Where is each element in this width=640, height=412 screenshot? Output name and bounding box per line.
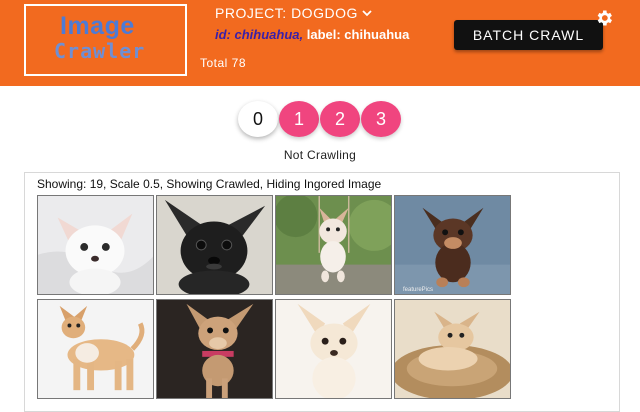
showing-summary: Showing: 19, Scale 0.5, Showing Crawled,… [37, 177, 382, 191]
project-label-value: label: chihuahua [303, 27, 410, 42]
image-thumb-fawn-chihuahua[interactable] [37, 299, 154, 399]
logo-text-crawler: Crawler [54, 39, 146, 63]
id-label-line: id: chihuahua, label: chihuahua [215, 27, 409, 42]
page-button-0[interactable]: 0 [238, 101, 278, 137]
chevron-down-icon [362, 10, 372, 17]
watermark-text: featurePics [403, 287, 434, 293]
image-thumb-white-chihuahua[interactable] [37, 195, 154, 295]
page-button-3[interactable]: 3 [361, 101, 401, 137]
logo: Image Crawler [24, 4, 187, 76]
project-id: id: chihuahua, [215, 27, 304, 42]
image-thumb-collar-chihuahua[interactable] [156, 299, 273, 399]
page-button-1[interactable]: 1 [279, 101, 319, 137]
image-thumb-puppy-on-swing[interactable] [275, 195, 392, 295]
logo-text-image: Image [60, 12, 135, 40]
app-header: Image Crawler Total 78 PROJECT: DOGDOG i… [0, 0, 640, 86]
image-thumb-cream-chihuahua[interactable] [275, 299, 392, 399]
image-thumb-brown-chihuahua[interactable]: featurePics [394, 195, 511, 295]
batch-crawl-button[interactable]: BATCH CRAWL [454, 20, 603, 50]
image-thumb-black-chihuahua[interactable] [156, 195, 273, 295]
total-count: Total 78 [200, 56, 247, 70]
image-panel: Showing: 19, Scale 0.5, Showing Crawled,… [24, 172, 620, 412]
page-pagination: 0 1 2 3 [238, 101, 401, 137]
project-label: PROJECT: DOGDOG [215, 5, 358, 21]
image-grid: featurePics [37, 195, 511, 399]
page-button-2[interactable]: 2 [320, 101, 360, 137]
image-thumb-lying-chihuahua[interactable] [394, 299, 511, 399]
crawl-status: Not Crawling [283, 148, 357, 162]
gear-icon[interactable] [594, 8, 614, 28]
project-selector[interactable]: PROJECT: DOGDOG [215, 5, 372, 21]
